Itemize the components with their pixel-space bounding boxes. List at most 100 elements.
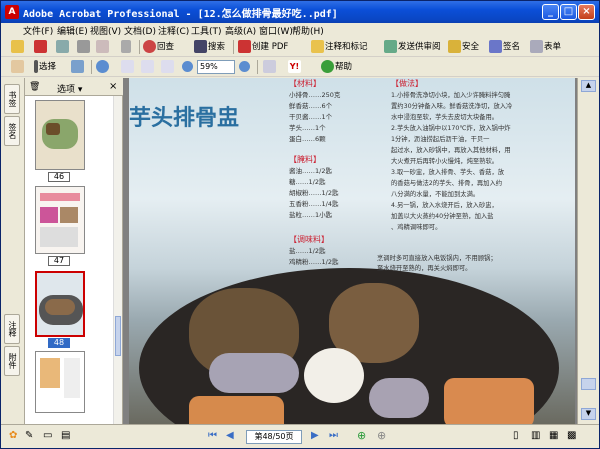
panel-header: 🗑 选项 ▾ ×: [25, 78, 123, 96]
page-info-icon[interactable]: ▭: [43, 430, 52, 441]
rotate-button[interactable]: [263, 60, 277, 75]
fit-width-button[interactable]: [161, 60, 175, 75]
forms-icon: [530, 40, 543, 53]
fit-width-icon: [161, 60, 174, 73]
find-icon: [143, 40, 156, 53]
options-menu[interactable]: 选项 ▾: [57, 82, 82, 95]
acrobat-icon: A: [5, 5, 19, 19]
menu-view[interactable]: 视图(V): [90, 24, 121, 37]
document-info-icon[interactable]: ▤: [61, 430, 70, 441]
zoom-out-icon: [182, 61, 193, 72]
document-view[interactable]: 芋头排骨盅 【材料】 小排骨……250克 鲜香菇……6个 干贝酱……1个 芋头……: [123, 78, 577, 424]
folder-icon: [11, 40, 24, 53]
continuous-icon[interactable]: ▥: [531, 430, 540, 441]
attach-button[interactable]: [121, 40, 132, 55]
binoculars-icon: [194, 40, 207, 53]
tab-attachments[interactable]: 附件: [4, 346, 20, 376]
pen-icon: [489, 40, 502, 53]
select-tool[interactable]: 选择: [34, 60, 56, 75]
help-button[interactable]: 帮助: [321, 60, 352, 75]
delete-page-icon[interactable]: 🗑: [29, 82, 40, 92]
fit-page-button[interactable]: [141, 60, 155, 75]
email-icon: [96, 40, 109, 53]
menu-edit[interactable]: 编辑(E): [57, 24, 88, 37]
page-label-48: 48: [48, 338, 70, 348]
forms-button[interactable]: 表单: [530, 40, 561, 55]
hand-icon: [11, 60, 24, 73]
zoom-tool[interactable]: [96, 60, 110, 75]
hand-tool[interactable]: [11, 60, 25, 75]
tab-comments[interactable]: 注释: [4, 314, 20, 344]
rotate-icon: [263, 60, 276, 73]
send-for-review-button[interactable]: 发送供审阅: [384, 40, 441, 55]
menu-document[interactable]: 文档(D): [124, 24, 156, 37]
review-comment-button[interactable]: 注释和标记: [311, 40, 368, 55]
sign-button[interactable]: 签名: [489, 40, 520, 55]
navigation-tabs: 书签 签名 注释 附件: [1, 78, 25, 424]
method-text: 1.小排骨洗净切小块，加入少许腌料拌匀腌 置约30分钟备入味。鲜香菇洗净切，放入…: [391, 92, 513, 231]
maximize-button[interactable]: □: [560, 4, 577, 20]
menu-comments[interactable]: 注释(C): [158, 24, 189, 37]
scroll-thumb[interactable]: [581, 378, 596, 390]
paperclip-icon: [121, 40, 131, 53]
minimize-button[interactable]: _: [542, 4, 559, 20]
zoom-out-button[interactable]: [182, 60, 194, 75]
document-scrollbar[interactable]: ▲ ▼: [577, 78, 599, 424]
secure-button[interactable]: 安全: [448, 40, 479, 55]
yahoo-button[interactable]: Y!: [288, 60, 302, 75]
snapshot-tool[interactable]: [71, 60, 85, 75]
search-button[interactable]: 搜索: [194, 40, 225, 55]
previous-view-button[interactable]: ⊕: [357, 429, 366, 442]
continuous-facing-icon[interactable]: ▩: [567, 430, 576, 441]
zoom-in-button[interactable]: [239, 60, 251, 75]
yahoo-icon: Y!: [288, 60, 301, 73]
menu-advanced[interactable]: 高级(A): [225, 24, 256, 37]
send-icon: [384, 40, 397, 53]
create-pdf-button[interactable]: 创建 PDF: [238, 40, 288, 55]
zoom-in-icon: [239, 61, 250, 72]
print-button[interactable]: [77, 40, 91, 55]
tab-signatures[interactable]: 签名: [4, 116, 20, 146]
email-button[interactable]: [96, 40, 110, 55]
create-pdf-from-file-button[interactable]: [34, 40, 48, 55]
toolbar-view: 选择 59% Y! 帮助: [1, 57, 599, 77]
actual-size-button[interactable]: [121, 60, 135, 75]
tab-bookmarks[interactable]: 书签: [4, 84, 20, 114]
close-panel-icon[interactable]: ×: [109, 81, 117, 92]
close-button[interactable]: ×: [578, 4, 595, 20]
page-label-46: 46: [48, 172, 70, 182]
create-pdf-icon: [238, 40, 251, 53]
page-thumbnail-49[interactable]: [35, 351, 85, 413]
zoom-field[interactable]: 59%: [197, 60, 235, 74]
help-icon: [321, 60, 334, 73]
find-button[interactable]: 回查: [143, 40, 174, 55]
scroll-down-icon[interactable]: ▼: [581, 408, 596, 420]
section-method: 【做法】: [391, 79, 423, 88]
page-number-field[interactable]: 第48/50页: [246, 430, 302, 444]
page-thumbnail-48[interactable]: [35, 271, 85, 337]
previous-page-button[interactable]: ◀: [226, 430, 234, 441]
zoom-icon: [96, 60, 109, 73]
last-page-button[interactable]: ⏭: [329, 430, 338, 441]
panel-scrollbar[interactable]: [113, 96, 122, 424]
facing-icon[interactable]: ▦: [549, 430, 558, 441]
edit-icon[interactable]: ✎: [25, 430, 33, 441]
first-page-button[interactable]: ⏮: [208, 430, 217, 441]
section-seasoning: 【调味料】: [289, 235, 329, 244]
save-button[interactable]: [56, 40, 70, 55]
menu-window[interactable]: 窗口(W): [259, 24, 293, 37]
pdf-icon: [34, 40, 47, 53]
page-icon: [121, 60, 134, 73]
acrobat-status-icon[interactable]: ✿: [9, 430, 17, 441]
page-thumbnail-46[interactable]: [35, 100, 85, 170]
menu-tools[interactable]: 工具(T): [191, 24, 222, 37]
next-page-button[interactable]: ▶: [311, 430, 319, 441]
scroll-up-icon[interactable]: ▲: [581, 80, 596, 92]
next-view-button[interactable]: ⊕: [377, 429, 386, 442]
acrobat-window: A Adobe Acrobat Professional - [12.怎么做排骨…: [0, 0, 600, 449]
page-thumbnail-47[interactable]: [35, 186, 85, 254]
menu-help[interactable]: 帮助(H): [292, 24, 324, 37]
single-page-icon[interactable]: ▯: [513, 430, 519, 441]
open-button[interactable]: [11, 40, 25, 55]
menu-file[interactable]: 文件(F): [23, 24, 53, 37]
